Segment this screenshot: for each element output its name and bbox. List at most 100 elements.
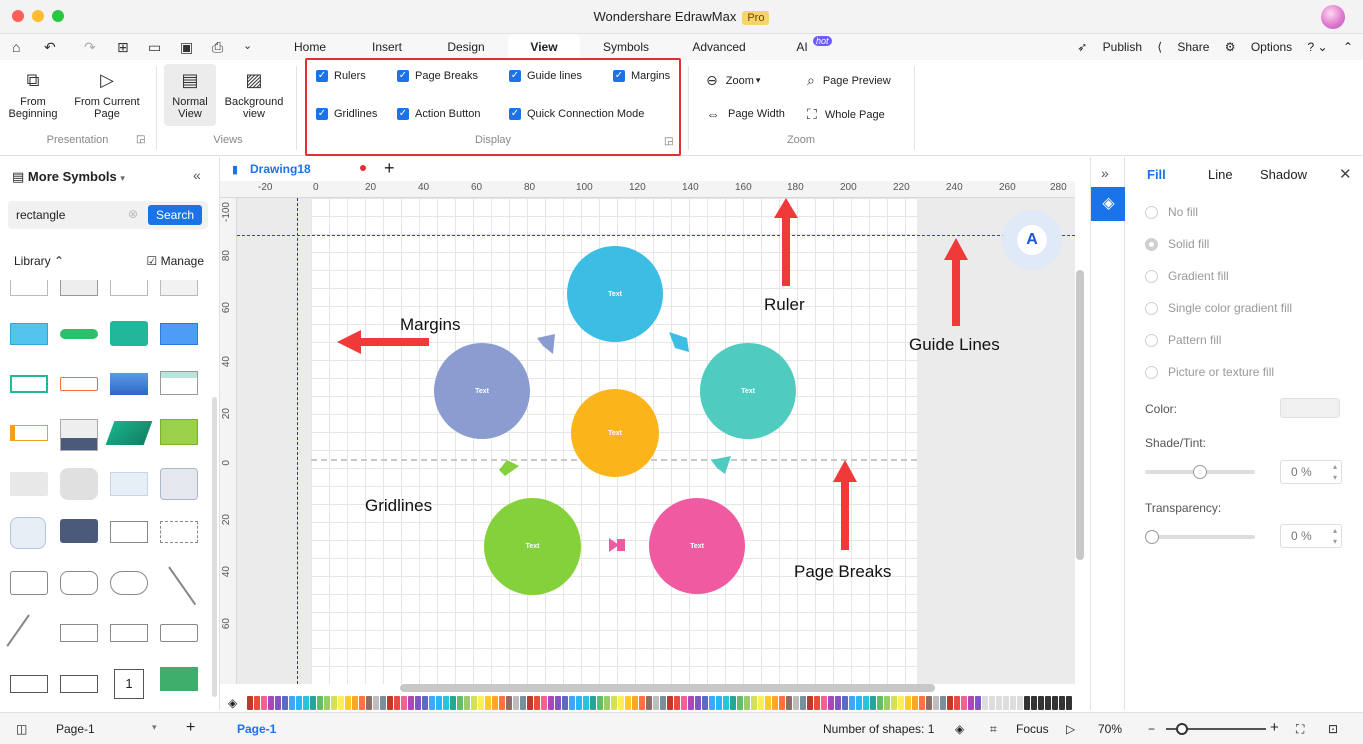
- color-swatch[interactable]: [709, 696, 716, 710]
- zoom-level[interactable]: 70%: [1098, 722, 1122, 736]
- shape-rect-thumb[interactable]: [160, 371, 198, 395]
- color-swatch[interactable]: [457, 696, 464, 710]
- no-fill-radio[interactable]: No fill: [1145, 205, 1198, 219]
- zoom-dropdown[interactable]: ⊖ Zoom ▾: [706, 72, 760, 89]
- color-swatch[interactable]: [695, 696, 702, 710]
- color-swatch[interactable]: [1010, 696, 1017, 710]
- drawing-canvas[interactable]: Text Text Text Text Text Text Margins Ru…: [237, 198, 1075, 684]
- solid-fill-radio[interactable]: Solid fill: [1145, 237, 1209, 251]
- color-swatch[interactable]: [940, 696, 947, 710]
- color-swatch[interactable]: [394, 696, 401, 710]
- color-swatch[interactable]: [786, 696, 793, 710]
- zoom-slider[interactable]: [1166, 723, 1266, 735]
- color-swatch[interactable]: [408, 696, 415, 710]
- color-swatch[interactable]: [625, 696, 632, 710]
- color-swatch[interactable]: [737, 696, 744, 710]
- shape-rect-thumb[interactable]: [160, 624, 198, 642]
- shape-rect-thumb[interactable]: [60, 377, 98, 391]
- color-swatch[interactable]: [905, 696, 912, 710]
- numbered-shape-thumb[interactable]: 1: [114, 669, 144, 699]
- tab-ai[interactable]: AI: [792, 34, 812, 60]
- shape-rect-thumb[interactable]: [110, 571, 148, 595]
- from-current-page-button[interactable]: ▷ From Current Page: [72, 70, 142, 120]
- gradient-fill-radio[interactable]: Gradient fill: [1145, 269, 1229, 283]
- color-swatch[interactable]: [765, 696, 772, 710]
- color-swatch[interactable]: [919, 696, 926, 710]
- color-swatch[interactable]: [324, 696, 331, 710]
- color-swatch[interactable]: [1024, 696, 1031, 710]
- color-swatch[interactable]: [310, 696, 317, 710]
- color-swatch[interactable]: [387, 696, 394, 710]
- zoom-slider-knob[interactable]: [1176, 723, 1188, 735]
- color-swatch[interactable]: [814, 696, 821, 710]
- color-swatch[interactable]: [289, 696, 296, 710]
- image-placeholder-thumb[interactable]: [110, 472, 148, 496]
- print-icon[interactable]: ⎙: [212, 39, 223, 56]
- color-swatch[interactable]: [702, 696, 709, 710]
- color-swatch[interactable]: [415, 696, 422, 710]
- shape-rect-thumb[interactable]: [10, 675, 48, 693]
- color-swatch[interactable]: [527, 696, 534, 710]
- color-swatch[interactable]: [268, 696, 275, 710]
- color-swatch[interactable]: [961, 696, 968, 710]
- tab-insert[interactable]: Insert: [362, 34, 412, 60]
- color-swatch[interactable]: [1003, 696, 1010, 710]
- page-select[interactable]: Page-1: [56, 722, 95, 736]
- color-swatch[interactable]: [800, 696, 807, 710]
- color-swatch[interactable]: [758, 696, 765, 710]
- whole-page-button[interactable]: ⛶ Whole Page: [807, 106, 885, 123]
- new-icon[interactable]: ⊞: [117, 39, 129, 56]
- color-swatch[interactable]: [807, 696, 814, 710]
- shade-input[interactable]: 0 % ▴ ▾: [1280, 460, 1342, 484]
- color-swatch[interactable]: [576, 696, 583, 710]
- color-swatch[interactable]: [513, 696, 520, 710]
- color-swatch[interactable]: [583, 696, 590, 710]
- color-swatch[interactable]: [842, 696, 849, 710]
- image-placeholder-thumb[interactable]: [10, 472, 48, 496]
- color-swatch[interactable]: [632, 696, 639, 710]
- color-swatch[interactable]: [926, 696, 933, 710]
- color-swatch[interactable]: [380, 696, 387, 710]
- color-swatch[interactable]: [954, 696, 961, 710]
- tab-fill[interactable]: Fill: [1147, 167, 1166, 182]
- color-swatch[interactable]: [667, 696, 674, 710]
- normal-view-button[interactable]: ▤ Normal View: [164, 64, 216, 126]
- color-swatch[interactable]: [1059, 696, 1066, 710]
- color-swatch[interactable]: [359, 696, 366, 710]
- fullscreen-icon[interactable]: ⊡: [1328, 722, 1338, 736]
- color-swatch[interactable]: [464, 696, 471, 710]
- color-swatch[interactable]: [793, 696, 800, 710]
- shape-rect-thumb[interactable]: [160, 667, 198, 691]
- color-swatch[interactable]: [450, 696, 457, 710]
- library-label[interactable]: Library ⌃: [14, 254, 64, 268]
- color-swatch[interactable]: [1031, 696, 1038, 710]
- color-swatch[interactable]: [870, 696, 877, 710]
- shape-rect-thumb[interactable]: [160, 419, 198, 445]
- shape-rect-thumb[interactable]: [110, 624, 148, 642]
- color-swatch[interactable]: [506, 696, 513, 710]
- tab-line[interactable]: Line: [1208, 167, 1233, 182]
- shape-rect-thumb[interactable]: [10, 425, 48, 441]
- color-swatch[interactable]: [891, 696, 898, 710]
- play-icon[interactable]: ▷: [1066, 722, 1075, 736]
- share-button[interactable]: ⟨ Share: [1157, 40, 1209, 54]
- shape-rect-thumb[interactable]: [110, 521, 148, 543]
- zoom-in-button[interactable]: +: [1270, 719, 1279, 736]
- add-tab-icon[interactable]: +: [384, 158, 395, 179]
- color-swatch[interactable]: [1045, 696, 1052, 710]
- color-swatch[interactable]: [261, 696, 268, 710]
- color-swatch[interactable]: [653, 696, 660, 710]
- color-swatch[interactable]: [660, 696, 667, 710]
- tab-home[interactable]: Home: [285, 34, 335, 60]
- search-button[interactable]: Search: [147, 205, 202, 225]
- page-preview-button[interactable]: ⌕ Page Preview: [807, 72, 891, 89]
- shape-rect-thumb[interactable]: [10, 323, 48, 345]
- color-swatch[interactable]: [828, 696, 835, 710]
- shade-slider[interactable]: [1145, 465, 1255, 479]
- color-swatch[interactable]: [849, 696, 856, 710]
- tab-advanced[interactable]: Advanced: [688, 34, 750, 60]
- page-width-button[interactable]: ⇔ Page Width: [706, 106, 785, 122]
- transparency-input[interactable]: 0 % ▴ ▾: [1280, 524, 1342, 548]
- transparency-slider[interactable]: [1145, 530, 1255, 544]
- shape-rect-thumb[interactable]: [10, 280, 48, 296]
